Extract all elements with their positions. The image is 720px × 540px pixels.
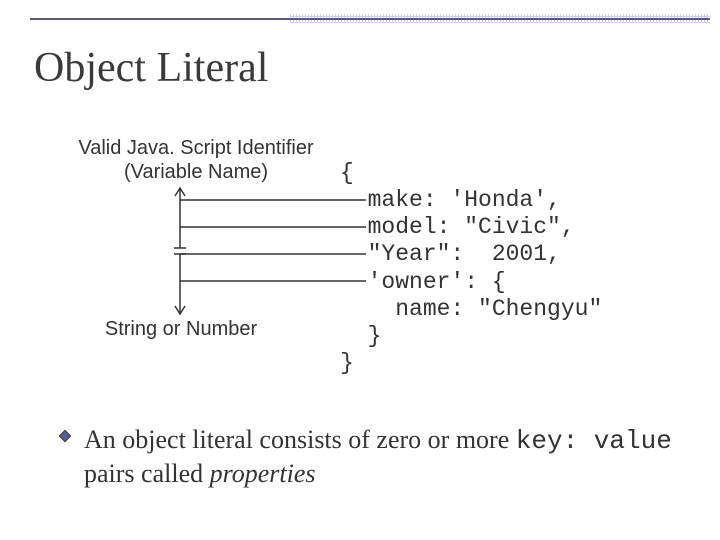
diamond-bullet-icon (58, 429, 72, 443)
header-line (30, 18, 710, 20)
bullet-pre: An object literal consists of zero or mo… (84, 425, 516, 454)
code-block: { make: 'Honda', model: "Civic", "Year":… (340, 160, 602, 377)
label-identifier: Valid Java. Script Identifier (Variable … (76, 136, 316, 184)
bullet-text: An object literal consists of zero or mo… (84, 424, 690, 490)
bullet-keyvalue: key: value (516, 426, 672, 456)
label-identifier-line1: Valid Java. Script Identifier (78, 137, 313, 159)
code-line-6: name: "Chengyu" (340, 296, 602, 322)
bullet-properties: properties (210, 459, 316, 488)
code-line-1: { (340, 160, 354, 186)
code-line-8: } (340, 350, 354, 376)
code-line-3: model: "Civic", (340, 214, 575, 240)
code-line-2: make: 'Honda', (340, 187, 561, 213)
code-line-4: "Year": 2001, (340, 241, 561, 267)
code-line-7: } (340, 323, 381, 349)
code-line-5: 'owner': { (340, 269, 506, 295)
label-identifier-line2: (Variable Name) (124, 161, 268, 183)
bullet-item: An object literal consists of zero or mo… (58, 424, 690, 490)
slide-title: Object Literal (34, 44, 268, 92)
header-rule (30, 14, 710, 24)
bullet-mid: pairs called (84, 459, 210, 488)
label-string-or-number: String or Number (76, 318, 286, 341)
